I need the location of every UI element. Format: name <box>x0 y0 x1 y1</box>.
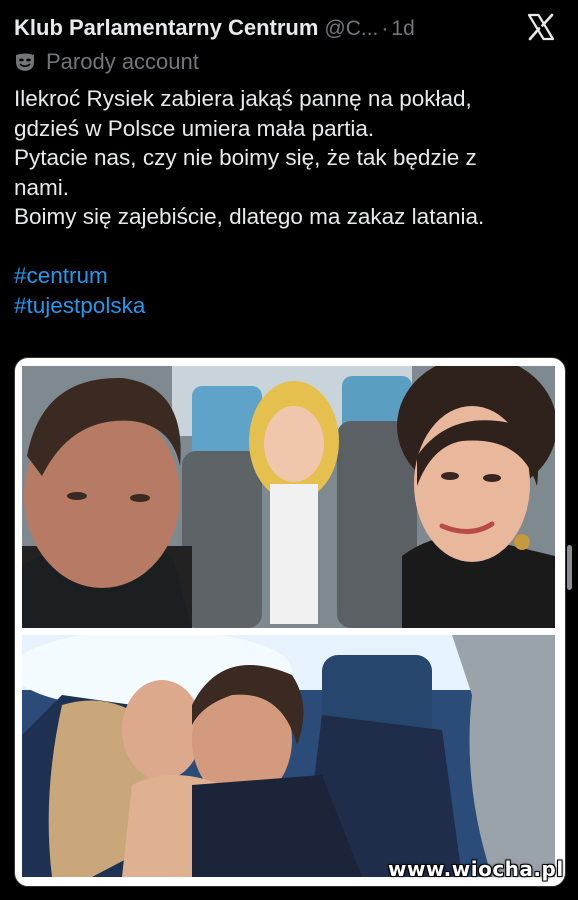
parody-label: Parody account <box>46 49 199 74</box>
x-logo-icon[interactable] <box>526 12 556 42</box>
tweet-line: nami. <box>14 174 70 200</box>
photo-illustration <box>22 635 555 877</box>
author-handle[interactable]: @C... <box>324 17 378 40</box>
tweet-line: Ilekroć Rysiek zabiera jakąś pannę na po… <box>14 86 472 111</box>
hashtag-link[interactable]: #tujestpolska <box>14 293 145 318</box>
scrollbar[interactable] <box>567 545 572 590</box>
timestamp[interactable]: 1d <box>391 17 414 40</box>
tweet-line: Pytacie nas, czy nie boimy się, że tak b… <box>14 145 477 170</box>
parody-mask-icon <box>16 53 34 71</box>
tweet-header: Klub Parlamentarny Centrum @C... · 1d <box>14 10 564 44</box>
hashtag-link[interactable]: #centrum <box>14 263 108 288</box>
tweet-media[interactable] <box>14 357 566 887</box>
photo-sleeping-couple[interactable] <box>22 635 555 877</box>
author-name[interactable]: Klub Parlamentarny Centrum <box>14 15 318 40</box>
tweet-line: Boimy się zajebiście, dlatego ma zakaz l… <box>14 204 485 229</box>
tweet-line: gdzieś w Polsce umiera mała partia. <box>14 115 375 141</box>
tweet-body: Ilekroć Rysiek zabiera jakąś pannę na po… <box>14 84 564 320</box>
photo-illustration <box>22 366 555 628</box>
site-watermark: www.wiocha.pl <box>388 857 564 881</box>
separator-dot: · <box>381 17 389 40</box>
author-line: Klub Parlamentarny Centrum @C... · 1d <box>14 14 415 43</box>
photo-airplane-selfie[interactable] <box>22 366 555 628</box>
parody-badge: Parody account <box>14 48 199 76</box>
